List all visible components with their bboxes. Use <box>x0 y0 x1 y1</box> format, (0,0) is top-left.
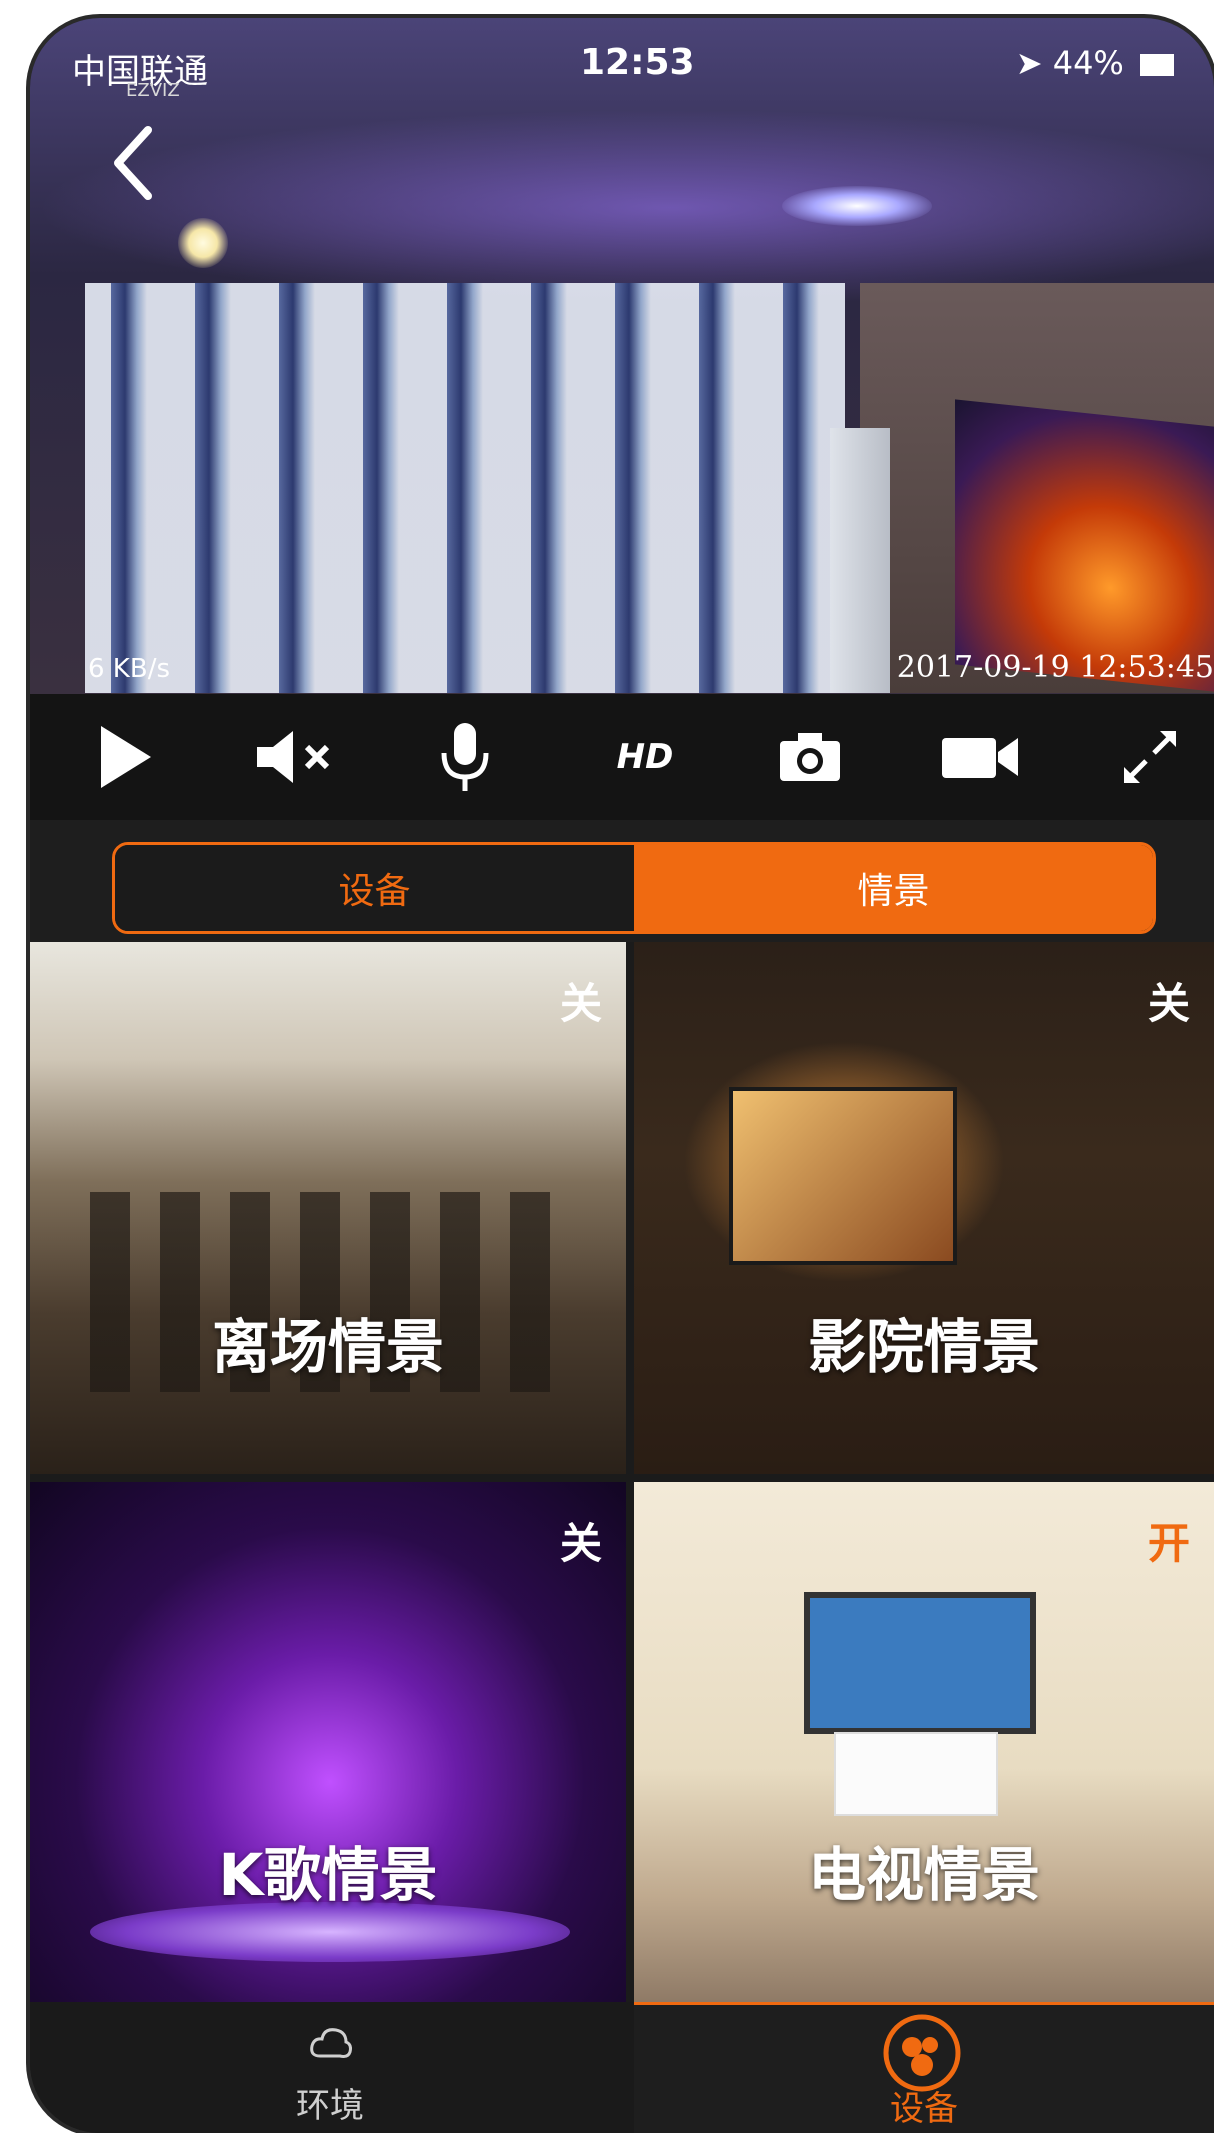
scene-state-toggle[interactable]: 关 <box>560 970 602 1031</box>
battery-indicator: ➤ 44% <box>1016 44 1174 82</box>
tab-scene[interactable]: 情景 <box>634 845 1153 931</box>
chevron-left-icon <box>114 126 152 200</box>
microphone-icon <box>441 723 489 791</box>
bottom-nav: 环境 设备 <box>30 2002 1214 2133</box>
record-button[interactable] <box>930 714 1030 800</box>
scene-state-toggle[interactable]: 关 <box>560 1510 602 1571</box>
microphone-button[interactable] <box>430 714 500 800</box>
video-timestamp: 2017-09-19 12:53:45 <box>896 650 1214 685</box>
segment-control: 设备 情景 <box>112 842 1156 934</box>
scene-card-leave[interactable]: 关 离场情景 <box>30 942 626 1474</box>
fullscreen-icon <box>1124 731 1176 783</box>
nav-label: 环境 <box>296 2086 364 2126</box>
scene-tv <box>955 399 1214 692</box>
tab-device[interactable]: 设备 <box>115 845 634 931</box>
play-button[interactable] <box>90 714 160 800</box>
mute-button[interactable] <box>250 714 340 800</box>
nav-item-environment[interactable]: 环境 <box>30 2002 630 2133</box>
carrier-sub-label: EZVIZ <box>126 80 180 101</box>
nav-item-device[interactable]: 设备 <box>634 2002 1214 2133</box>
nav-label: 设备 <box>890 2089 958 2129</box>
snapshot-button[interactable] <box>770 714 850 800</box>
scene-title: 影院情景 <box>807 1313 1040 1381</box>
play-icon <box>101 726 151 788</box>
playback-controls: HD <box>30 694 1214 820</box>
scene-photo-tv-stand <box>834 1732 998 1816</box>
fullscreen-button[interactable] <box>1110 714 1190 800</box>
battery-percent: 44% <box>1052 44 1124 82</box>
scene-photo-screen <box>729 1087 957 1265</box>
scene-title: 电视情景 <box>807 1841 1040 1909</box>
phone-frame: 中国联通 EZVIZ 12:53 ➤ 44% 6 KB/s 2017-09-19… <box>30 18 1214 2133</box>
scene-ceiling-light <box>782 186 932 226</box>
scene-card-cinema[interactable]: 关 影院情景 <box>634 942 1214 1474</box>
mute-icon <box>257 731 330 783</box>
scene-card-tv[interactable]: 开 电视情景 <box>634 1482 1214 2002</box>
scene-spotlight <box>178 218 228 268</box>
scene-grid: 关 离场情景 关 影院情景 关 K歌情景 开 电视情景 <box>30 942 1214 2002</box>
stream-speed: 6 KB/s <box>88 654 170 684</box>
status-bar: 中国联通 EZVIZ 12:53 ➤ 44% <box>30 18 1214 101</box>
hd-button[interactable]: HD <box>590 714 700 800</box>
camera-icon <box>780 733 840 781</box>
scene-state-toggle[interactable]: 开 <box>1148 1510 1190 1571</box>
battery-icon <box>1140 54 1174 76</box>
camera-live-view[interactable]: 中国联通 EZVIZ 12:53 ➤ 44% 6 KB/s 2017-09-19… <box>30 18 1214 694</box>
video-record-icon <box>942 738 1018 778</box>
scene-state-toggle[interactable]: 关 <box>1148 970 1190 1031</box>
location-arrow-icon: ➤ <box>1015 44 1043 82</box>
scene-title: K歌情景 <box>218 1841 438 1909</box>
scene-title: 离场情景 <box>211 1313 444 1381</box>
scene-curtain <box>85 283 845 693</box>
segment-tabs-area: 设备 情景 <box>30 820 1214 942</box>
status-time: 12:53 <box>580 42 695 83</box>
scene-air-conditioner <box>830 428 890 693</box>
scene-photo-tv <box>804 1592 1036 1734</box>
scene-card-karaoke[interactable]: 关 K歌情景 <box>30 1482 626 2002</box>
cloud-icon <box>310 2028 352 2058</box>
back-button[interactable] <box>100 118 170 208</box>
